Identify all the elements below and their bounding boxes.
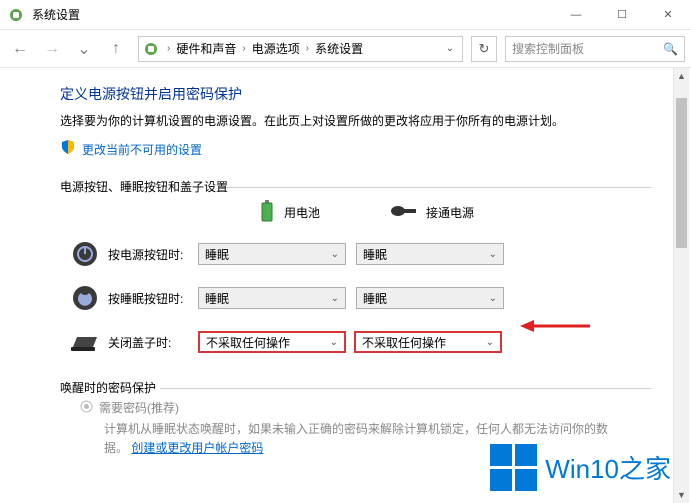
sleep-plugged-select[interactable]: 睡眠⌄ <box>356 287 504 309</box>
change-settings-link[interactable]: 更改当前不可用的设置 <box>82 141 202 158</box>
lid-plugged-select[interactable]: 不采取任何操作⌄ <box>354 331 502 353</box>
window-title: 系统设置 <box>32 6 553 23</box>
section-divider <box>160 388 651 389</box>
title-bar: 系统设置 — ☐ ✕ <box>0 0 691 30</box>
plug-icon <box>390 204 416 221</box>
crumb-2[interactable]: 系统设置 <box>313 36 365 61</box>
sleep-icon <box>70 283 100 313</box>
section-divider <box>220 187 651 188</box>
scroll-down-icon[interactable]: ▼ <box>674 487 689 503</box>
column-headers: 用电池 接通电源 <box>260 200 651 225</box>
breadcrumb-icon <box>141 39 161 59</box>
shield-icon <box>60 139 76 160</box>
app-icon <box>8 7 24 23</box>
plugged-header: 接通电源 <box>390 200 474 225</box>
back-button[interactable]: ← <box>6 35 34 63</box>
crumb-0[interactable]: 硬件和声音 <box>174 36 238 61</box>
nav-bar: ← → ⌄ ↑ › 硬件和声音 › 电源选项 › 系统设置 ⌄ ↻ 搜索控制面板… <box>0 30 691 68</box>
radio-label: 需要密码(推荐) <box>99 399 179 416</box>
sleep-battery-select[interactable]: 睡眠⌄ <box>198 287 346 309</box>
power-icon <box>70 239 100 269</box>
refresh-button[interactable]: ↻ <box>471 36 497 62</box>
search-icon: 🔍 <box>663 42 678 56</box>
power-battery-select[interactable]: 睡眠⌄ <box>198 243 346 265</box>
row-sleep-button: 按睡眠按钮时: 睡眠⌄ 睡眠⌄ <box>60 283 651 313</box>
content-area: 定义电源按钮并启用密码保护 选择要为你的计算机设置的电源设置。在此页上对设置所做… <box>0 68 691 503</box>
lid-battery-select[interactable]: 不采取任何操作⌄ <box>198 331 346 353</box>
row-label: 按电源按钮时: <box>108 246 198 263</box>
page-subtitle: 选择要为你的计算机设置的电源设置。在此页上对设置所做的更改将应用于你所有的电源计… <box>60 112 651 129</box>
row-power-button: 按电源按钮时: 睡眠⌄ 睡眠⌄ <box>60 239 651 269</box>
radio-icon <box>80 400 93 416</box>
battery-icon <box>260 200 274 225</box>
nav-dropdown-button[interactable]: ⌄ <box>70 35 98 63</box>
scroll-thumb[interactable] <box>676 98 687 248</box>
maximize-button[interactable]: ☐ <box>599 0 645 30</box>
watermark: Win10之家 <box>490 444 671 491</box>
page-title: 定义电源按钮并启用密码保护 <box>60 84 651 104</box>
radio-need-password: 需要密码(推荐) <box>80 399 651 416</box>
scroll-up-icon[interactable]: ▲ <box>674 68 689 84</box>
row-label: 按睡眠按钮时: <box>108 290 198 307</box>
watermark-text: Win10之家 <box>545 449 671 486</box>
minimize-button[interactable]: — <box>553 0 599 30</box>
annotation-arrow <box>520 316 590 336</box>
window-controls: — ☐ ✕ <box>553 0 691 30</box>
crumb-1[interactable]: 电源选项 <box>250 36 302 61</box>
search-input[interactable]: 搜索控制面板 🔍 <box>505 36 685 62</box>
row-label: 关闭盖子时: <box>108 334 198 351</box>
breadcrumb-dropdown[interactable]: ⌄ <box>440 43 460 54</box>
lid-icon <box>70 327 100 357</box>
up-button[interactable]: ↑ <box>102 35 130 63</box>
breadcrumb[interactable]: › 硬件和声音 › 电源选项 › 系统设置 ⌄ <box>138 36 463 62</box>
battery-header: 用电池 <box>260 200 320 225</box>
close-button[interactable]: ✕ <box>645 0 691 30</box>
scrollbar[interactable]: ▲ ▼ <box>673 68 689 503</box>
shield-row: 更改当前不可用的设置 <box>60 139 651 160</box>
create-password-link[interactable]: 创建或更改用户帐户密码 <box>131 441 263 455</box>
search-placeholder: 搜索控制面板 <box>512 40 584 57</box>
breadcrumb-sep: › <box>163 43 174 54</box>
power-plugged-select[interactable]: 睡眠⌄ <box>356 243 504 265</box>
forward-button[interactable]: → <box>38 35 66 63</box>
windows-logo-icon <box>490 444 537 491</box>
